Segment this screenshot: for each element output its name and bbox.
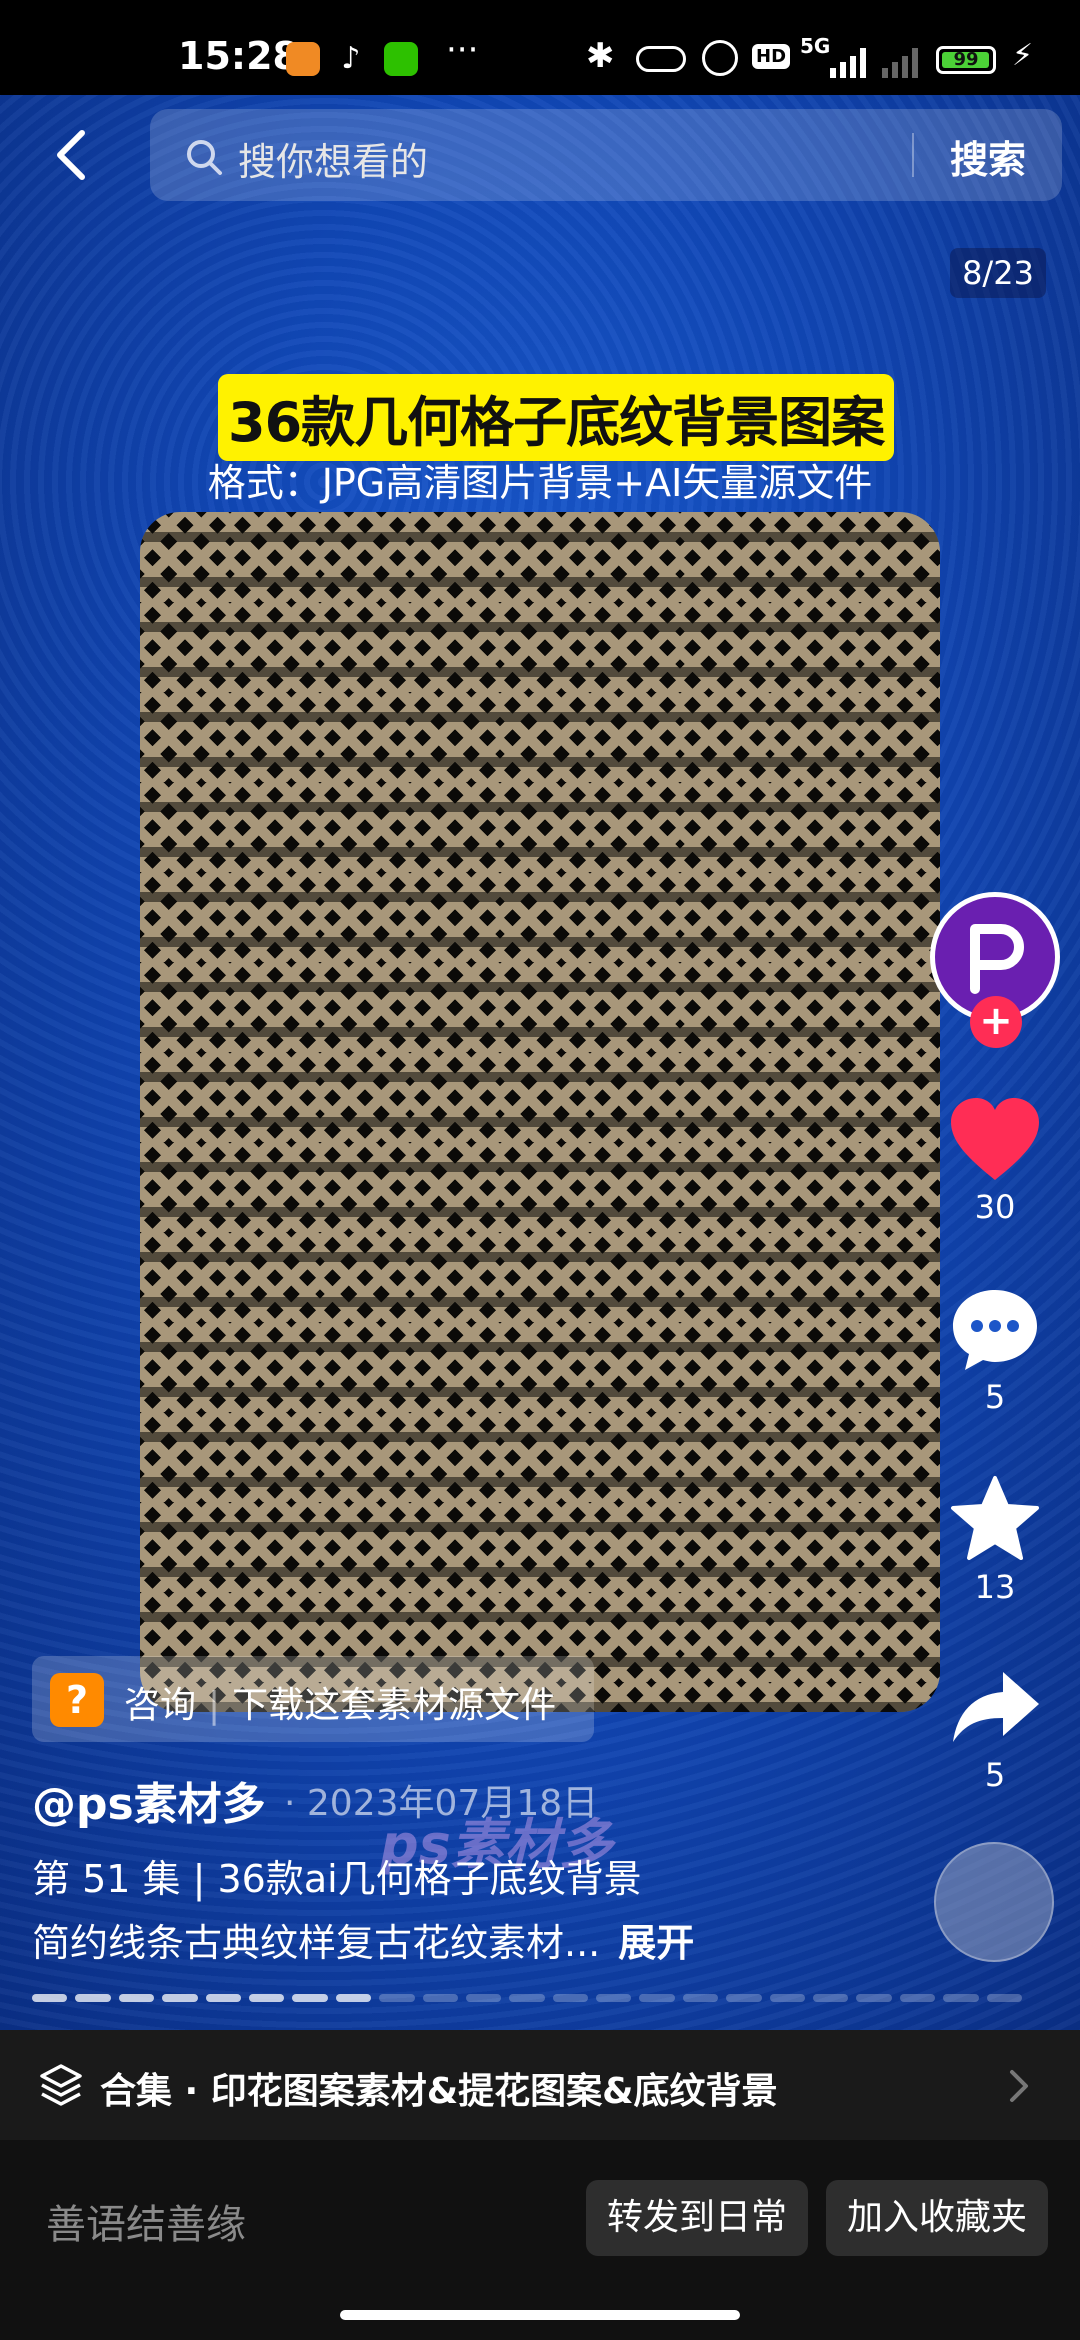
consult-banner[interactable]: ? 咨询 | 下载这套素材源文件 — [32, 1656, 594, 1742]
status-bar: 15:28 ♪ ··· ✱ HD 5G 99 ⚡ — [0, 0, 1080, 95]
search-icon — [187, 140, 222, 175]
progress-segment — [813, 1994, 849, 2002]
bluetooth-icon: ✱ — [586, 36, 615, 76]
progress-segment — [465, 1994, 502, 2002]
status-time: 15:28 — [178, 34, 299, 78]
progress-segment — [639, 1994, 675, 2002]
progress-segment — [422, 1994, 458, 2002]
more-notifications-icon: ··· — [446, 30, 479, 70]
vibrate-icon — [636, 46, 686, 72]
comment-icon — [953, 1290, 1037, 1370]
progress-segment — [682, 1994, 719, 2002]
layers-icon — [40, 2064, 82, 2106]
progress-segment — [379, 1994, 415, 2002]
charging-icon: ⚡ — [1012, 38, 1034, 73]
share-action[interactable]: 5 — [930, 1662, 1060, 1794]
progress-segment — [248, 1994, 285, 2002]
progress-segment — [986, 1994, 1022, 2002]
author-name[interactable]: @ps素材多 — [32, 1768, 266, 1832]
collection-bar[interactable]: 合集 · 印花图案素材&提花图案&底纹背景 — [0, 2030, 1080, 2140]
progress-segment — [205, 1994, 241, 2002]
comment-input[interactable]: 善语结善缘 — [46, 2192, 246, 2250]
heart-icon — [951, 1098, 1039, 1180]
search-divider — [912, 133, 914, 177]
network-type: 5G — [800, 34, 831, 58]
image-progress-indicator — [32, 1994, 1022, 2002]
consult-text: 咨询 | 下载这套素材源文件 — [124, 1685, 557, 1726]
progress-segment — [943, 1994, 979, 2002]
image-headline: 36款几何格子底纹背景图案 — [218, 374, 895, 461]
top-bar: 搜你想看的 搜索 — [0, 95, 1080, 215]
progress-segment — [335, 1994, 372, 2002]
tiktok-icon: ♪ — [334, 42, 368, 76]
image-subtitle: 格式：JPG高清图片背景+AI矢量源文件 — [207, 461, 873, 505]
expand-button[interactable]: 展开 — [618, 1921, 694, 1965]
home-indicator[interactable] — [340, 2310, 740, 2320]
like-count: 30 — [974, 1188, 1016, 1226]
back-icon[interactable] — [44, 125, 104, 185]
app-notification-icon — [286, 42, 320, 76]
alarm-icon — [702, 40, 738, 76]
comment-action[interactable]: 5 — [930, 1284, 1060, 1416]
wechat-icon — [384, 42, 418, 76]
image-counter: 8/23 — [950, 248, 1046, 298]
signal-icon — [830, 48, 918, 78]
progress-segment — [769, 1994, 806, 2002]
share-count: 5 — [984, 1756, 1006, 1794]
episode-title: 第 51 集 | 36款ai几何格子底纹背景 — [32, 1857, 642, 1901]
search-button[interactable]: 搜索 — [950, 129, 1026, 184]
progress-segment — [75, 1994, 111, 2002]
search-input[interactable]: 搜你想看的 — [238, 131, 428, 186]
consult-description: 下载这套素材源文件 — [232, 1685, 557, 1726]
battery-icon: 99 — [936, 46, 996, 74]
music-disc-icon[interactable] — [934, 1842, 1054, 1962]
like-action[interactable]: 30 — [930, 1094, 1060, 1226]
battery-level: 99 — [953, 49, 979, 70]
progress-segment — [32, 1994, 68, 2002]
progress-segment — [509, 1994, 545, 2002]
progress-segment — [856, 1994, 892, 2002]
follow-button[interactable]: + — [970, 996, 1022, 1048]
post-description: 简约线条古典纹样复古花纹素材... 展开 — [32, 1912, 694, 1967]
question-icon: ? — [50, 1673, 104, 1727]
collection-title: 合集 · 印花图案素材&提花图案&底纹背景 — [100, 2071, 778, 2112]
star-icon — [951, 1476, 1039, 1560]
progress-segment — [162, 1994, 198, 2002]
comment-count: 5 — [984, 1378, 1006, 1416]
add-to-favorites-button[interactable]: 加入收藏夹 — [826, 2180, 1048, 2256]
consult-label: 咨询 — [124, 1685, 197, 1726]
geometric-pattern-image[interactable] — [140, 512, 940, 1712]
favorite-count: 13 — [974, 1568, 1016, 1606]
description-text: 简约线条古典纹样复古花纹素材... — [32, 1921, 601, 1965]
share-icon — [953, 1672, 1039, 1742]
progress-segment — [899, 1994, 936, 2002]
chevron-right-icon — [1010, 2070, 1028, 2102]
progress-segment — [118, 1994, 155, 2002]
search-bar[interactable]: 搜你想看的 搜索 — [150, 109, 1062, 201]
progress-segment — [552, 1994, 589, 2002]
hd-icon: HD — [752, 44, 791, 69]
progress-segment — [596, 1994, 632, 2002]
progress-segment — [292, 1994, 328, 2002]
favorite-action[interactable]: 13 — [930, 1474, 1060, 1606]
progress-segment — [726, 1994, 762, 2002]
forward-to-daily-button[interactable]: 转发到日常 — [586, 2180, 808, 2256]
